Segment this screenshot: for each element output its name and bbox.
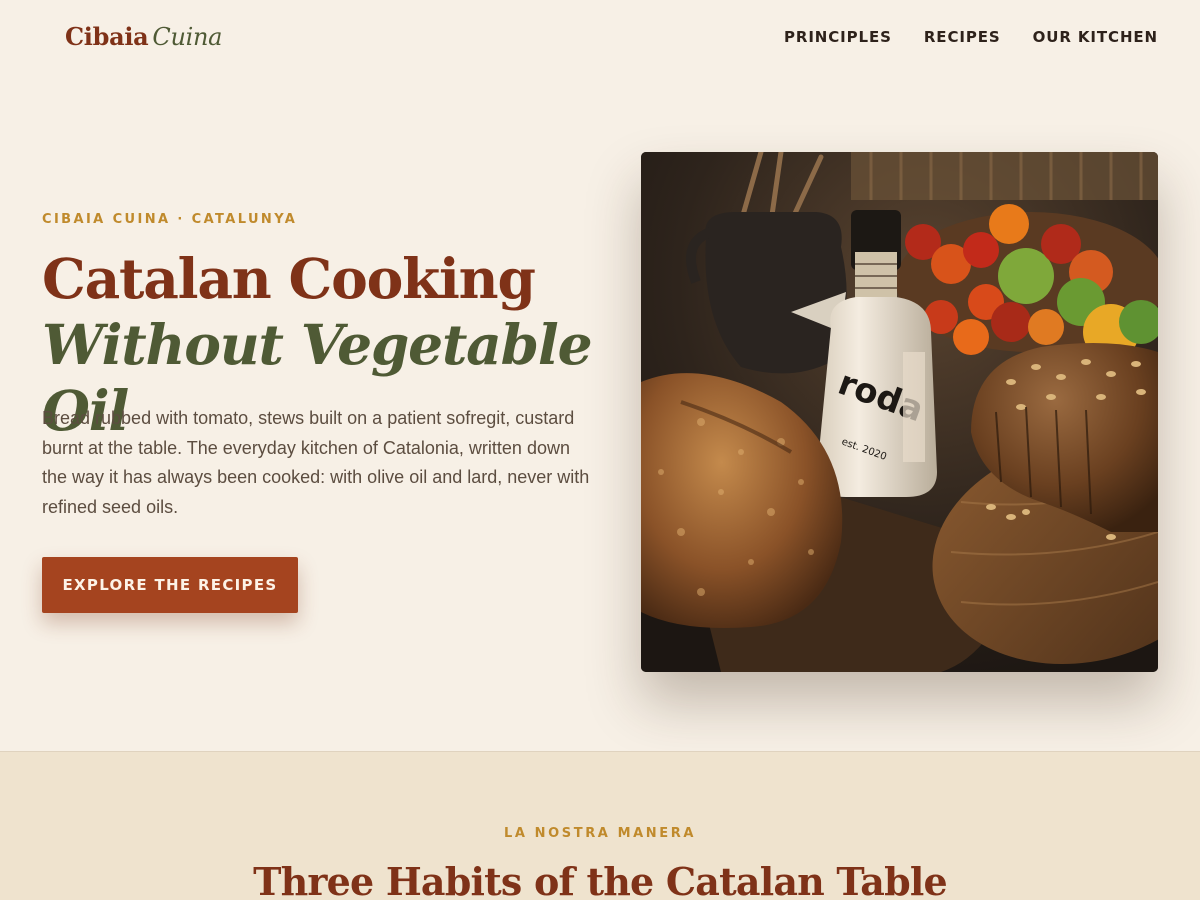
hero-eyebrow: CIBAIA CUINA · CATALUNYA — [42, 212, 298, 227]
section-title: Three Habits of the Catalan Table — [253, 859, 948, 900]
site-header: Cibaia Cuina PRINCIPLES RECIPES OUR KITCH… — [0, 0, 1200, 76]
nav-item-recipes[interactable]: RECIPES — [924, 27, 1001, 47]
hero-description: Bread rubbed with tomato, stews built on… — [42, 408, 590, 517]
nav-item-principles[interactable]: PRINCIPLES — [784, 27, 892, 47]
hero-title-line1: Catalan Cooking — [42, 246, 536, 311]
brand-logo[interactable]: Cibaia Cuina — [65, 22, 222, 52]
main-nav: PRINCIPLES RECIPES OUR KITCHEN — [784, 27, 1158, 47]
section-eyebrow: LA NOSTRA MANERA — [503, 826, 697, 841]
nav-item-our-kitchen[interactable]: OUR KITCHEN — [1033, 27, 1158, 47]
hero-image: roda est. 2020 — [641, 152, 1158, 672]
brand-name: Cibaia — [65, 22, 149, 51]
brand-subtitle: Cuina — [152, 23, 223, 51]
habits-section: LA NOSTRA MANERA Three Habits of the Cat… — [0, 752, 1200, 900]
bread-olive-oil-photo: roda est. 2020 — [641, 152, 1158, 672]
explore-recipes-button[interactable]: EXPLORE THE RECIPES — [42, 557, 298, 613]
